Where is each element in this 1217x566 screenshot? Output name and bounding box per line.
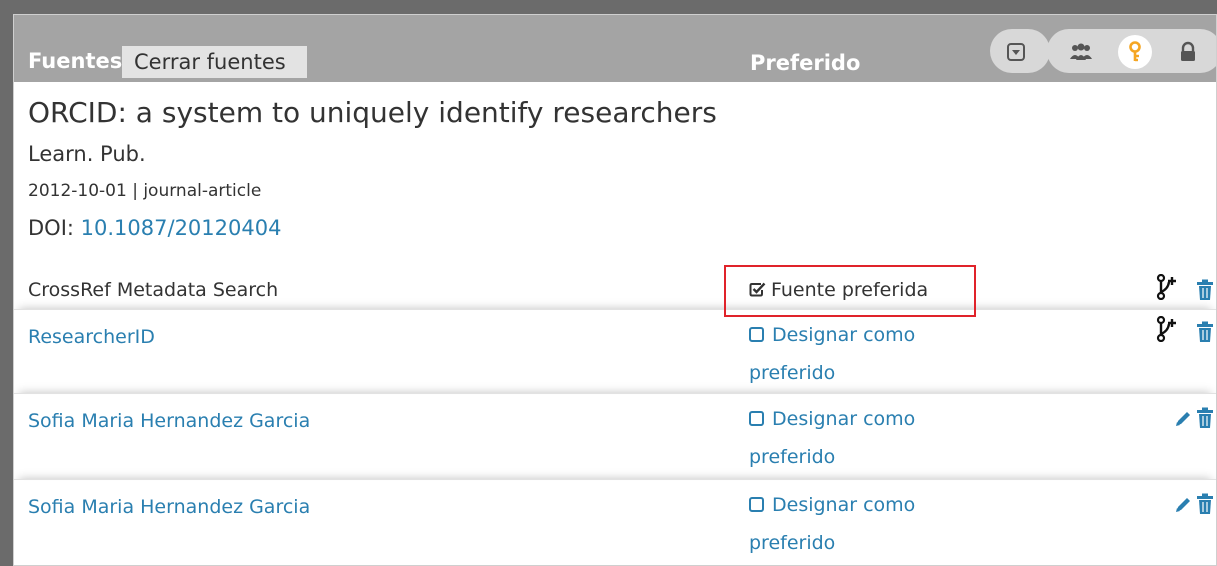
source-name-link[interactable]: ResearcherID [28, 326, 155, 348]
sources-heading: Fuentes [28, 49, 123, 73]
branch-icon[interactable] [1156, 273, 1180, 304]
show-more-icon[interactable] [999, 35, 1033, 69]
make-preferred-label: Designar como preferido [749, 408, 916, 468]
work-title: ORCID: a system to uniquely identify res… [28, 96, 717, 129]
make-preferred-link[interactable]: Designar como preferido [749, 316, 949, 392]
journal-title: Learn. Pub. [28, 142, 146, 166]
preferred-heading: Preferido [750, 51, 861, 75]
source-row: Sofia Maria Hernandez Garcia Designar co… [14, 479, 1216, 565]
square-icon [749, 497, 764, 512]
source-name-link[interactable]: Sofia Maria Hernandez Garcia [28, 410, 310, 432]
make-preferred-label: Designar como preferido [749, 324, 916, 384]
source-row: ResearcherID Designar como preferido [14, 309, 1216, 394]
doi-link[interactable]: 10.1087/20120404 [81, 216, 282, 240]
doi-label: DOI: [28, 216, 81, 240]
trash-icon[interactable] [1196, 407, 1214, 433]
trash-icon[interactable] [1196, 321, 1214, 347]
make-preferred-link[interactable]: Designar como preferido [749, 400, 949, 476]
make-preferred-label: Designar como preferido [749, 494, 916, 554]
work-date-type: 2012-10-01 | journal-article [28, 181, 262, 201]
preferred-source-highlight [724, 265, 976, 317]
sources-panel: Fuentes Cerrar fuentes Preferido ORCID: … [13, 14, 1217, 566]
branch-icon[interactable] [1156, 315, 1180, 346]
source-name-link[interactable]: Sofia Maria Hernandez Garcia [28, 496, 310, 518]
trash-icon[interactable] [1196, 279, 1214, 305]
pencil-icon[interactable] [1174, 496, 1192, 518]
square-icon [749, 411, 764, 426]
private-lock-icon[interactable] [1171, 35, 1205, 69]
source-row: CrossRef Metadata Search Fuente preferid… [14, 267, 1216, 309]
trusted-parties-icon[interactable] [1064, 35, 1098, 69]
doi-line: DOI: 10.1087/20120404 [28, 216, 281, 240]
make-preferred-link[interactable]: Designar como preferido [749, 486, 949, 562]
panel-header: Fuentes Cerrar fuentes Preferido [14, 15, 1216, 82]
trash-icon[interactable] [1196, 493, 1214, 519]
source-row: Sofia Maria Hernandez Garcia Designar co… [14, 393, 1216, 480]
square-icon [749, 327, 764, 342]
limited-visibility-icon[interactable] [1118, 35, 1152, 69]
source-name: CrossRef Metadata Search [28, 279, 279, 301]
pencil-icon[interactable] [1174, 410, 1192, 432]
close-sources-button[interactable]: Cerrar fuentes [122, 46, 307, 78]
